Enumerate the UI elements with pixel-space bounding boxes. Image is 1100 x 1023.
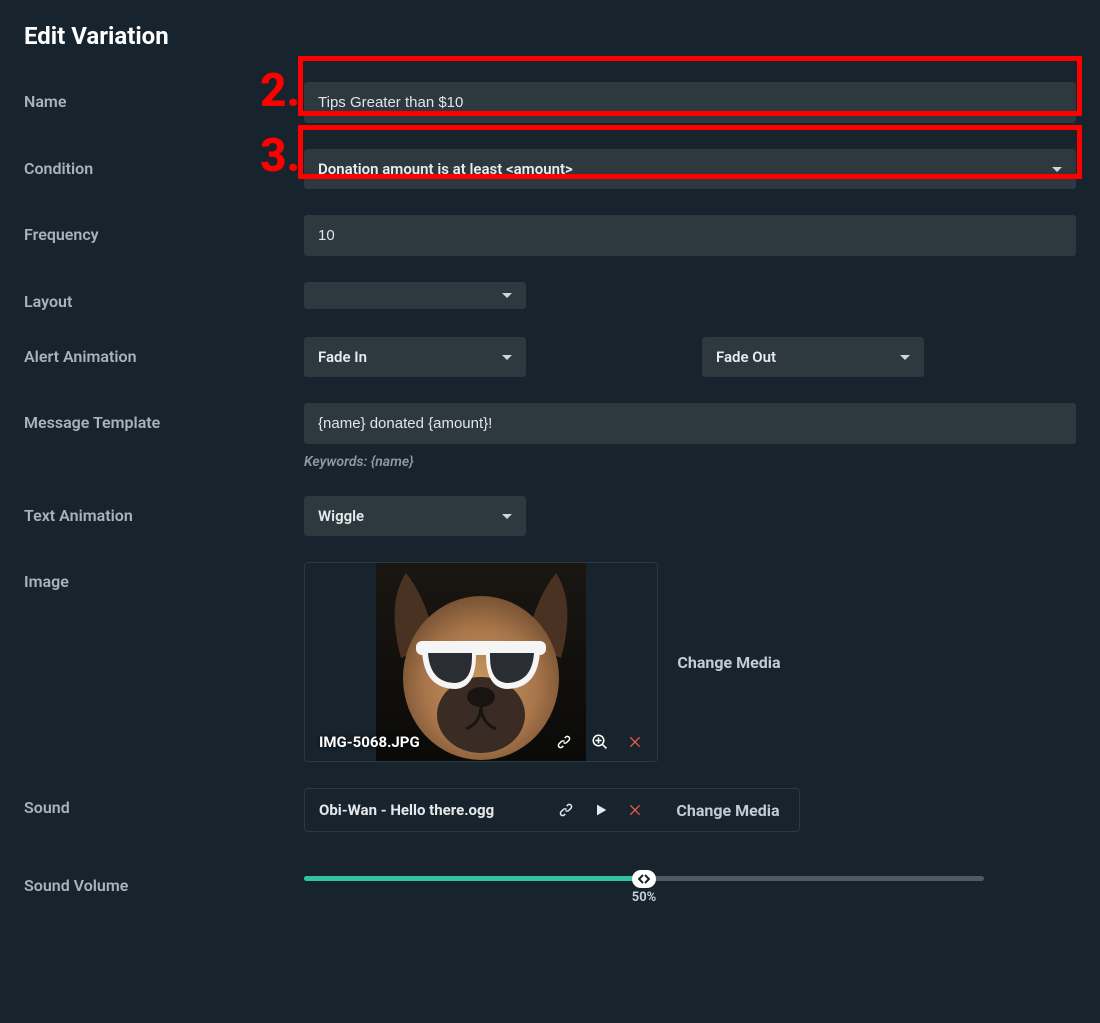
chevron-down-icon bbox=[502, 293, 512, 298]
text-animation-value: Wiggle bbox=[318, 507, 364, 525]
label-sound-volume: Sound Volume bbox=[24, 866, 304, 895]
zoom-icon[interactable] bbox=[591, 733, 609, 751]
animation-in-select[interactable]: Fade In bbox=[304, 337, 526, 377]
layout-select[interactable] bbox=[304, 282, 526, 309]
label-message-template: Message Template bbox=[24, 403, 304, 432]
row-message-template: Message Template Keywords: {name} bbox=[24, 403, 1076, 470]
label-image: Image bbox=[24, 562, 304, 591]
animation-in-value: Fade In bbox=[318, 348, 367, 366]
annotation-step-2: 2. bbox=[260, 64, 300, 118]
row-alert-animation: Alert Animation Fade In Fade Out bbox=[24, 337, 1076, 377]
chevron-down-icon bbox=[502, 514, 512, 519]
condition-select[interactable]: Donation amount is at least <amount> bbox=[304, 149, 1076, 189]
image-filename: IMG-5068.JPG bbox=[319, 733, 420, 751]
row-image: Image bbox=[24, 562, 1076, 762]
play-icon[interactable] bbox=[593, 802, 609, 818]
message-template-keywords: Keywords: {name} bbox=[304, 454, 1076, 470]
animation-out-value: Fade Out bbox=[716, 348, 776, 366]
label-alert-animation: Alert Animation bbox=[24, 337, 304, 366]
remove-icon[interactable] bbox=[627, 802, 643, 818]
animation-out-select[interactable]: Fade Out bbox=[702, 337, 924, 377]
frequency-input[interactable] bbox=[304, 215, 1076, 256]
chevron-down-icon bbox=[1052, 167, 1062, 172]
chevron-down-icon bbox=[502, 355, 512, 360]
page-title: Edit Variation bbox=[24, 22, 1076, 50]
name-input[interactable] bbox=[304, 82, 1076, 123]
label-layout: Layout bbox=[24, 282, 304, 311]
row-condition: Condition Donation amount is at least <a… bbox=[24, 149, 1076, 189]
image-preview: IMG-5068.JPG bbox=[304, 562, 658, 762]
volume-slider-thumb[interactable] bbox=[632, 870, 656, 888]
label-text-animation: Text Animation bbox=[24, 496, 304, 525]
label-sound: Sound bbox=[24, 788, 304, 817]
change-image-button[interactable]: Change Media bbox=[658, 562, 800, 762]
text-animation-select[interactable]: Wiggle bbox=[304, 496, 526, 536]
sound-preview: Obi-Wan - Hello there.ogg bbox=[305, 789, 657, 831]
chevron-down-icon bbox=[900, 355, 910, 360]
remove-icon[interactable] bbox=[627, 734, 643, 750]
change-sound-button[interactable]: Change Media bbox=[657, 789, 799, 831]
row-name: Name 2. bbox=[24, 82, 1076, 123]
message-template-input[interactable] bbox=[304, 403, 1076, 444]
condition-value: Donation amount is at least <amount> bbox=[318, 160, 573, 178]
row-sound: Sound Obi-Wan - Hello there.ogg Change M… bbox=[24, 788, 1076, 832]
volume-percent: 50% bbox=[632, 890, 657, 905]
row-frequency: Frequency bbox=[24, 215, 1076, 256]
row-text-animation: Text Animation Wiggle bbox=[24, 496, 1076, 536]
link-icon[interactable] bbox=[555, 733, 573, 751]
label-frequency: Frequency bbox=[24, 215, 304, 244]
sound-filename: Obi-Wan - Hello there.ogg bbox=[319, 801, 494, 819]
row-sound-volume: Sound Volume 50% bbox=[24, 866, 1076, 895]
link-icon[interactable] bbox=[557, 801, 575, 819]
volume-slider[interactable] bbox=[304, 876, 984, 881]
annotation-step-3: 3. bbox=[260, 129, 300, 183]
row-layout: Layout bbox=[24, 282, 1076, 311]
